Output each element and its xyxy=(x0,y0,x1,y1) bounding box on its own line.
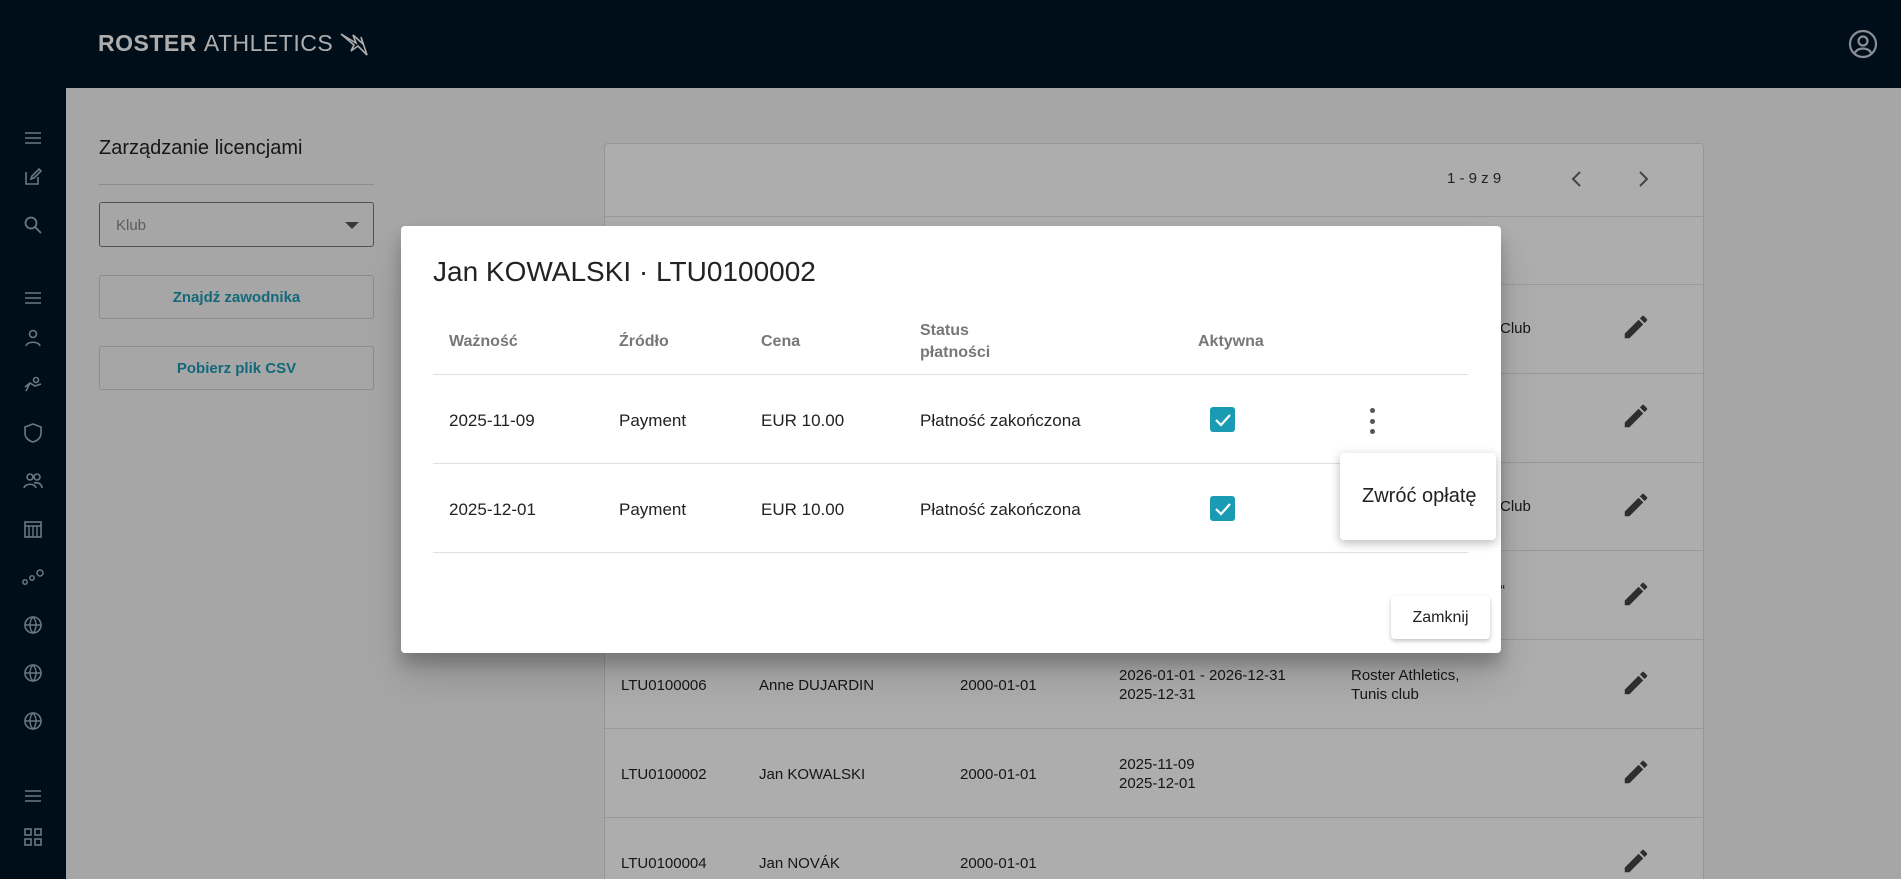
row-actions-menu: Zwróć opłatę xyxy=(1340,453,1496,540)
cell-payment-status: Płatność zakończona xyxy=(920,411,1081,430)
close-button[interactable]: Zamknij xyxy=(1391,596,1490,639)
dialog-title: Jan KOWALSKI · LTU0100002 xyxy=(433,256,816,287)
active-checkbox[interactable] xyxy=(1210,496,1235,521)
divider xyxy=(433,374,1468,375)
header-validity: Ważność xyxy=(449,333,518,350)
check-icon xyxy=(1214,502,1231,516)
header-status-line1: Status xyxy=(920,322,969,339)
cell-price: EUR 10.00 xyxy=(761,500,845,519)
cell-validity: 2025-11-09 xyxy=(449,411,535,430)
cell-payment-status: Płatność zakończona xyxy=(920,500,1081,519)
cell-source: Payment xyxy=(619,411,687,430)
cell-source: Payment xyxy=(619,500,687,519)
divider xyxy=(433,552,1468,553)
header-source: Źródło xyxy=(619,333,669,350)
license-details-dialog: Jan KOWALSKI · LTU0100002 Ważność Źródło… xyxy=(401,226,1501,653)
active-checkbox[interactable] xyxy=(1210,407,1235,432)
divider xyxy=(433,463,1468,464)
cell-validity: 2025-12-01 xyxy=(449,500,536,519)
refund-menu-item[interactable]: Zwróć opłatę xyxy=(1362,485,1477,508)
header-status-line2: płatności xyxy=(920,344,991,361)
check-icon xyxy=(1214,413,1231,427)
more-vert-icon[interactable] xyxy=(1368,408,1376,434)
cell-price: EUR 10.00 xyxy=(761,411,845,430)
header-price: Cena xyxy=(761,333,801,350)
header-active: Aktywna xyxy=(1198,333,1264,350)
